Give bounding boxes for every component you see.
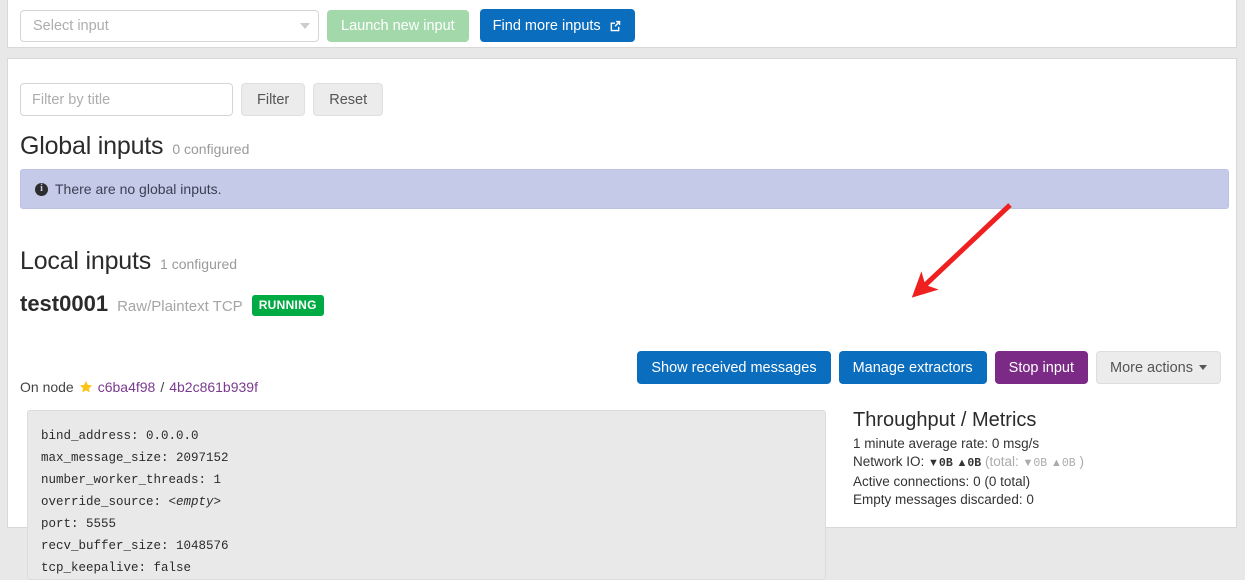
reset-button[interactable]: Reset (313, 83, 384, 116)
local-inputs-title: Local inputs (20, 247, 152, 275)
input-type: Raw/Plaintext TCP (117, 298, 243, 315)
select-input-placeholder: Select input (33, 17, 109, 34)
launch-new-input-button[interactable]: Launch new input (327, 9, 469, 42)
find-more-inputs-label: Find more inputs (492, 17, 601, 34)
top-toolbar-card: Select input Launch new input Find more … (7, 0, 1237, 48)
manage-extractors-button[interactable]: Manage extractors (838, 351, 987, 384)
no-global-inputs-text: There are no global inputs. (55, 181, 222, 197)
input-action-buttons: Show received messages Manage extractors… (637, 351, 1221, 384)
total-in-value: 0B (1033, 457, 1048, 470)
config-empty-value: <empty> (168, 495, 222, 509)
global-inputs-count: 0 configured (172, 141, 250, 157)
chevron-down-icon (300, 22, 310, 29)
status-badge: RUNNING (251, 295, 324, 316)
metrics-title: Throughput / Metrics (853, 409, 1037, 431)
config-line: max_message_size: 2097152 (41, 451, 229, 465)
total-close-paren: ) (1079, 454, 1084, 469)
inputs-main-card: Filter Reset Global inputs 0 configured … (7, 58, 1237, 580)
more-actions-button[interactable]: More actions (1095, 351, 1221, 384)
total-open-paren: (total: (984, 454, 1019, 469)
global-inputs-heading: Global inputs 0 configured (20, 132, 249, 161)
stop-input-button[interactable]: Stop input (994, 351, 1088, 384)
input-toolbar: Select input Launch new input Find more … (20, 9, 635, 42)
config-line: port: 5555 (41, 517, 117, 531)
network-io-label: Network IO: (853, 454, 925, 469)
show-received-messages-button[interactable]: Show received messages (637, 351, 831, 384)
upload-arrow-icon: ▲ (956, 457, 968, 469)
config-line: recv_buffer_size: 1048576 (41, 539, 229, 553)
find-more-inputs-button[interactable]: Find more inputs (479, 9, 635, 42)
metrics-network-io-line: Network IO: ▼0B ▲0B (total: ▼0B ▲0B ) (853, 453, 1084, 473)
filter-button[interactable]: Filter (241, 83, 306, 116)
total-download-arrow-icon: ▼ (1022, 457, 1034, 469)
caret-down-icon (1199, 365, 1207, 370)
network-io-total: (total: ▼0B ▲0B ) (984, 454, 1084, 470)
select-input-dropdown[interactable]: Select input (20, 9, 319, 42)
input-configuration-block: bind_address: 0.0.0.0 max_message_size: … (27, 410, 826, 580)
info-icon: i (35, 182, 48, 196)
config-line-override-source: override_source: <empty> (41, 491, 825, 513)
filter-row: Filter Reset (20, 83, 384, 116)
input-name[interactable]: test0001 (20, 291, 108, 317)
metrics-rate-line: 1 minute average rate: 0 msg/s (853, 436, 1040, 451)
local-inputs-heading: Local inputs 1 configured (20, 247, 237, 276)
config-key: override_source: (41, 495, 162, 509)
input-title-row: test0001 Raw/Plaintext TCP RUNNING (20, 291, 324, 318)
no-global-inputs-alert: i There are no global inputs. (20, 169, 1229, 209)
network-out-value: 0B (967, 457, 982, 470)
throughput-metrics-panel: Throughput / Metrics 1 minute average ra… (853, 409, 1084, 509)
network-in-value: 0B (938, 457, 953, 470)
total-out-value: 0B (1061, 457, 1076, 470)
on-node-label: On node (20, 379, 74, 395)
config-line: tcp_keepalive: false (41, 561, 192, 575)
metrics-discarded-line: Empty messages discarded: 0 (853, 492, 1034, 507)
total-upload-arrow-icon: ▲ (1050, 457, 1062, 469)
page-root: Select input Launch new input Find more … (0, 0, 1245, 580)
node-full-link[interactable]: 4b2c861b939f (169, 379, 258, 395)
filter-title-input[interactable] (20, 83, 233, 116)
external-link-icon (608, 19, 622, 33)
local-inputs-count: 1 configured (160, 256, 238, 272)
metrics-connections-line: Active connections: 0 (0 total) (853, 474, 1031, 489)
more-actions-label: More actions (1109, 359, 1193, 376)
download-arrow-icon: ▼ (928, 457, 939, 469)
config-line: bind_address: 0.0.0.0 (41, 429, 199, 443)
config-line: number_worker_threads: 1 (41, 473, 222, 487)
input-node-line: On node c6ba4f98 / 4b2c861b939f (20, 379, 258, 395)
node-short-link[interactable]: c6ba4f98 (98, 379, 156, 395)
star-icon (79, 380, 93, 394)
node-separator: / (160, 379, 165, 395)
global-inputs-title: Global inputs (20, 132, 164, 160)
